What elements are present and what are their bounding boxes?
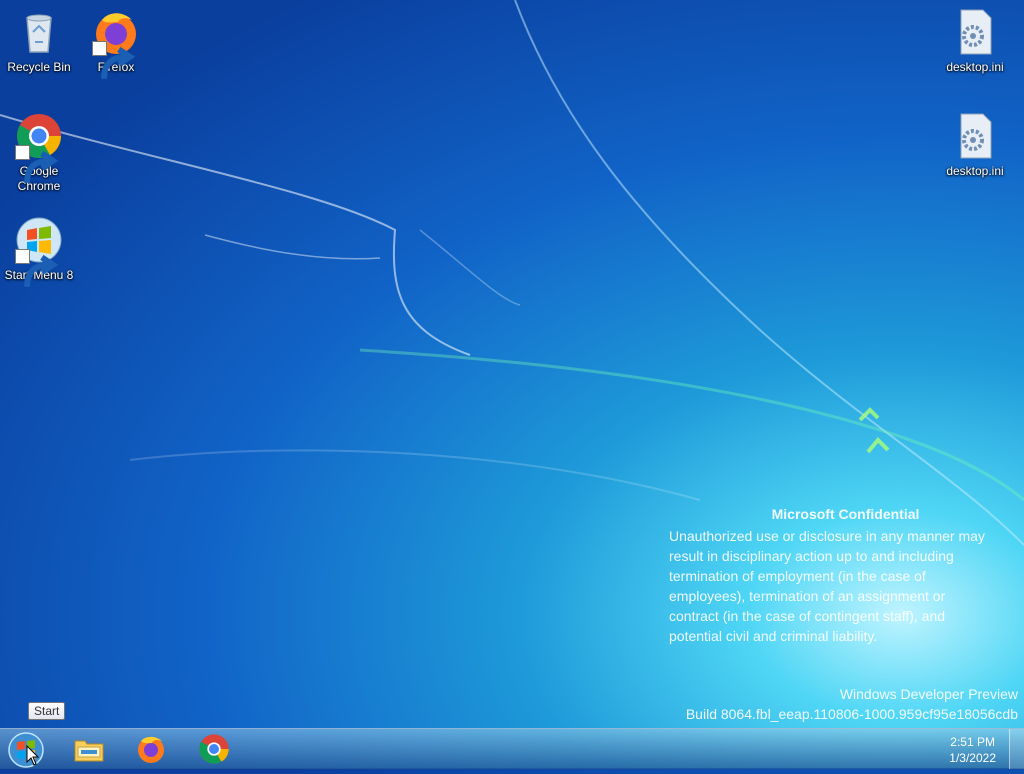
taskbar-chrome-button[interactable] xyxy=(196,732,232,766)
system-clock[interactable]: 2:51 PM 1/3/2022 xyxy=(949,734,996,766)
desktop-icon-desktop-ini[interactable]: desktop.ini xyxy=(937,112,1013,179)
chrome-icon xyxy=(199,734,229,764)
desktop-icon-label: desktop.ini xyxy=(946,60,1004,74)
watermark-line: Unauthorized use or disclosure in any ma… xyxy=(669,528,985,544)
start-tooltip: Start xyxy=(28,702,66,720)
desktop-icon-label: Recycle Bin xyxy=(7,60,71,74)
shortcut-arrow-icon xyxy=(15,249,59,288)
watermark-line: potential civil and criminal liability. xyxy=(669,628,878,644)
recycle-bin-icon xyxy=(26,14,52,53)
shortcut-arrow-icon xyxy=(92,41,136,80)
build-info: Windows Developer Preview Build 8064.fbl… xyxy=(686,684,1018,724)
build-edition: Windows Developer Preview xyxy=(839,686,1018,702)
settings-file-icon xyxy=(960,113,992,159)
firefox-icon xyxy=(138,736,164,763)
watermark-line: result in disciplinary action up to and … xyxy=(669,548,954,564)
confidential-watermark: Microsoft Confidential Unauthorized use … xyxy=(669,504,1014,646)
settings-file-icon xyxy=(960,9,992,55)
taskbar: 2:51 PM 1/3/2022 xyxy=(0,728,1024,769)
taskbar-file-explorer-button[interactable] xyxy=(71,732,107,766)
clock-time: 2:51 PM xyxy=(950,735,995,749)
shortcut-arrow-icon xyxy=(15,145,59,184)
desktop-icon-label: desktop.ini xyxy=(946,164,1004,178)
desktop-icon-firefox[interactable]: Firefox xyxy=(78,8,154,80)
build-number: Build 8064.fbl_eeap.110806-1000.959cf95e… xyxy=(685,706,1018,722)
mouse-cursor-icon xyxy=(26,745,40,766)
desktop-icon-google-chrome[interactable]: Google Chrome xyxy=(1,112,77,194)
watermark-line: employees), termination of an assignment… xyxy=(669,588,946,604)
taskbar-firefox-button[interactable] xyxy=(133,732,169,766)
desktop-icon-recycle-bin[interactable]: Recycle Bin xyxy=(1,8,77,75)
clock-date: 1/3/2022 xyxy=(949,751,996,765)
watermark-line: contract (in the case of contingent staf… xyxy=(669,608,946,624)
watermark-title: Microsoft Confidential xyxy=(771,506,920,522)
folder-icon xyxy=(74,740,104,762)
desktop-icon-start-menu-8[interactable]: Start Menu 8 xyxy=(1,216,77,288)
desktop-icon-desktop-ini[interactable]: desktop.ini xyxy=(937,8,1013,75)
watermark-line: termination of employment (in the case o… xyxy=(669,568,926,584)
show-desktop-button[interactable] xyxy=(1009,729,1024,769)
